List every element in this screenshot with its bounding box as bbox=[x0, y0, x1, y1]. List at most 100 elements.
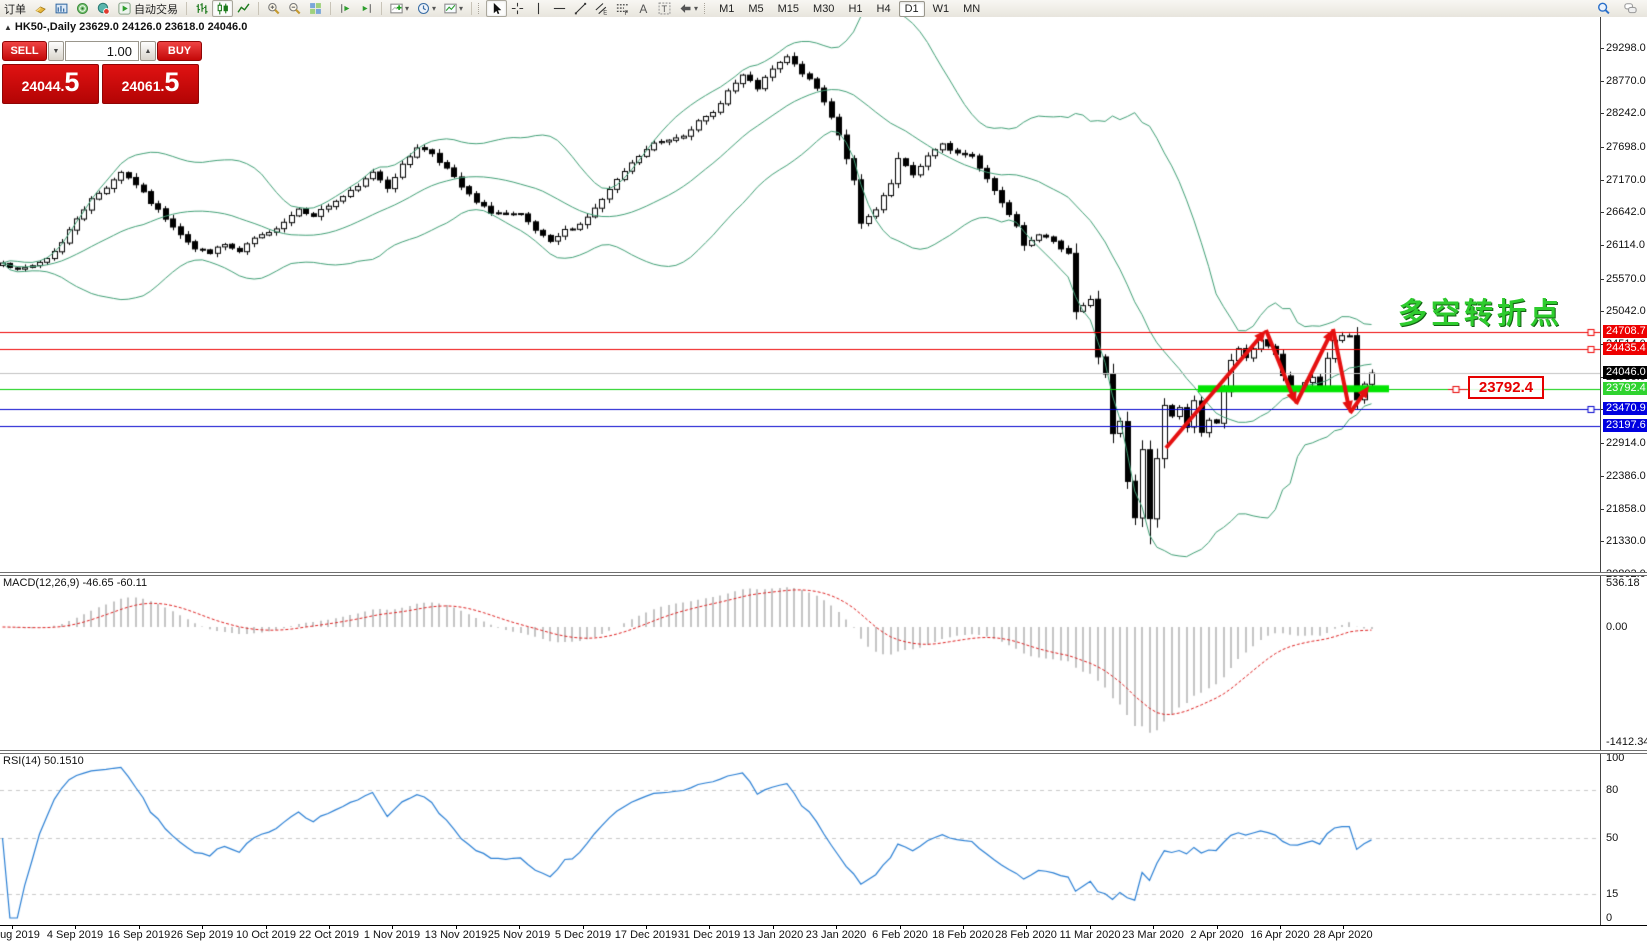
crosshair-icon[interactable] bbox=[507, 0, 528, 17]
dropdown-caret-icon[interactable]: ▾ bbox=[405, 4, 409, 13]
price-tick-label: 27170.0 bbox=[1606, 174, 1646, 186]
chat-icon[interactable] bbox=[1620, 0, 1641, 17]
chart-workspace: ▲ HK50-,Daily 23629.0 24126.0 23618.0 240… bbox=[0, 17, 1647, 943]
date-tick-label: 22 Oct 2019 bbox=[299, 929, 359, 941]
price-level-tag: 23792.4 bbox=[1468, 376, 1544, 399]
timeframe-button-h4[interactable]: H4 bbox=[871, 1, 897, 17]
timeframe-button-m15[interactable]: M15 bbox=[772, 1, 805, 17]
date-tick-label: 5 Dec 2019 bbox=[554, 929, 612, 941]
market-watch-icon[interactable] bbox=[72, 0, 93, 17]
price-level-chip: 24046.0 bbox=[1603, 366, 1647, 379]
volume-input[interactable]: 1.00 bbox=[65, 41, 139, 61]
symbol-header: ▲ HK50-,Daily 23629.0 24126.0 23618.0 240… bbox=[4, 21, 247, 33]
dropdown-caret-icon[interactable]: ▾ bbox=[459, 4, 463, 13]
price-tickmark bbox=[1601, 541, 1604, 542]
svg-text:E: E bbox=[603, 10, 607, 15]
toolbar-grip[interactable] bbox=[478, 3, 482, 14]
rsi-axis-label: 15 bbox=[1606, 888, 1619, 900]
toolbar-separator bbox=[381, 2, 382, 15]
zoom-out-icon[interactable] bbox=[284, 0, 305, 17]
buy-price: 24061. bbox=[121, 78, 165, 94]
date-tick-label: 10 Oct 2019 bbox=[236, 929, 296, 941]
price-tick-label: 25570.0 bbox=[1606, 273, 1646, 285]
time-axis[interactable]: 3 Aug 2019 4 Sep 201916 Sep 201926 Sep 20… bbox=[0, 925, 1647, 943]
buy-price-tile[interactable]: 24061. 5 bbox=[102, 64, 199, 104]
toolbar-separator bbox=[186, 2, 187, 15]
chart-window-icon[interactable] bbox=[51, 0, 72, 17]
indicators-icon[interactable]: ▾ bbox=[386, 0, 413, 17]
chart-shift-icon[interactable] bbox=[356, 0, 377, 17]
date-tick-label: 28 Apr 2020 bbox=[1313, 929, 1373, 941]
timeframe-button-d1[interactable]: D1 bbox=[898, 0, 925, 17]
candlestick-chart-icon[interactable] bbox=[212, 0, 233, 17]
timeframe-button-m1[interactable]: M1 bbox=[713, 1, 740, 17]
templates-icon[interactable]: ▾ bbox=[440, 0, 467, 17]
date-tick-label: 13 Jan 2020 bbox=[742, 929, 804, 941]
svg-text:F: F bbox=[624, 11, 628, 15]
pane-resize-handle-rsi[interactable] bbox=[0, 750, 1647, 754]
shapes-icon[interactable]: ▾ bbox=[675, 0, 702, 17]
toolbar: 订单 自动交易 ▾ ▾ ▾ E F A T ▾ M1 M5 M15 M30 H1 H4 D1 W1 MN bbox=[0, 0, 1647, 18]
macd-axis-label: 0.00 bbox=[1606, 621, 1628, 633]
vertical-line-icon[interactable] bbox=[528, 0, 549, 17]
new-order-icon[interactable] bbox=[30, 0, 51, 17]
date-tick-label: 16 Apr 2020 bbox=[1250, 929, 1310, 941]
toolbar-grip[interactable] bbox=[704, 3, 708, 14]
text-icon[interactable]: A bbox=[633, 0, 654, 17]
price-level-chip: 23792.4 bbox=[1603, 382, 1647, 395]
price-level-chip: 24435.4 bbox=[1603, 342, 1647, 355]
pane-resize-handle-macd[interactable] bbox=[0, 572, 1647, 576]
tile-windows-icon[interactable] bbox=[305, 0, 326, 17]
price-tickmark bbox=[1601, 48, 1604, 49]
price-tickmark bbox=[1601, 212, 1604, 213]
price-tick-label: 22386.0 bbox=[1606, 470, 1646, 482]
buy-button[interactable]: BUY bbox=[157, 41, 202, 61]
price-tick-label: 28242.0 bbox=[1606, 107, 1646, 119]
auto-trading-button[interactable]: 自动交易 bbox=[114, 0, 182, 17]
bar-chart-icon[interactable] bbox=[191, 0, 212, 17]
text-label-icon[interactable]: T bbox=[654, 0, 675, 17]
data-window-icon[interactable] bbox=[93, 0, 114, 17]
collapse-panel-icon[interactable]: ▲ bbox=[4, 23, 12, 32]
cursor-icon[interactable] bbox=[486, 0, 508, 17]
auto-scroll-icon[interactable] bbox=[335, 0, 356, 17]
svg-text:A: A bbox=[639, 2, 647, 15]
price-tickmark bbox=[1601, 476, 1604, 477]
dropdown-caret-icon[interactable]: ▾ bbox=[694, 4, 698, 13]
volume-decrease-button[interactable]: ▼ bbox=[48, 41, 64, 61]
date-tick-label: 17 Dec 2019 bbox=[614, 929, 678, 941]
toolbar-separator bbox=[330, 2, 331, 15]
horizontal-line-icon[interactable] bbox=[549, 0, 570, 17]
buy-price-big-digit: 5 bbox=[164, 67, 180, 97]
sell-price-tile[interactable]: 24044. 5 bbox=[2, 64, 99, 104]
orders-button[interactable]: 订单 bbox=[0, 0, 30, 17]
timeframe-button-h1[interactable]: H1 bbox=[842, 1, 868, 17]
channel-icon[interactable]: E bbox=[591, 0, 612, 17]
macd-axis-label: 536.18 bbox=[1606, 577, 1640, 589]
sell-button[interactable]: SELL bbox=[2, 41, 47, 61]
zoom-in-icon[interactable] bbox=[263, 0, 284, 17]
timeframe-button-w1[interactable]: W1 bbox=[927, 1, 956, 17]
macd-pane-canvas[interactable] bbox=[0, 576, 1600, 751]
rsi-pane-canvas[interactable] bbox=[0, 754, 1600, 925]
price-tick-label: 26642.0 bbox=[1606, 206, 1646, 218]
timeframe-button-mn[interactable]: MN bbox=[957, 1, 986, 17]
price-tickmark bbox=[1601, 443, 1604, 444]
price-axis[interactable]: 29298.0 28770.0 28242.0 27698.0 27170.0 26642… bbox=[1600, 17, 1647, 925]
volume-increase-button[interactable]: ▲ bbox=[140, 41, 156, 61]
price-level-chip: 23470.9 bbox=[1603, 402, 1647, 415]
dropdown-caret-icon[interactable]: ▾ bbox=[432, 4, 436, 13]
date-tick-label: 18 Feb 2020 bbox=[932, 929, 994, 941]
fibonacci-icon[interactable]: F bbox=[612, 0, 633, 17]
date-tick-label: 4 Sep 2019 bbox=[46, 929, 104, 941]
periods-icon[interactable]: ▾ bbox=[413, 0, 440, 17]
mt4-terminal: 订单 自动交易 ▾ ▾ ▾ E F A T ▾ M1 M5 M15 M30 H1 H4 D1 W1 MN ▲ HK50… bbox=[0, 0, 1647, 943]
search-icon[interactable] bbox=[1593, 0, 1614, 17]
timeframe-button-m30[interactable]: M30 bbox=[807, 1, 840, 17]
svg-text:T: T bbox=[662, 4, 668, 14]
main-chart-canvas[interactable] bbox=[0, 17, 1600, 574]
timeframe-button-m5[interactable]: M5 bbox=[742, 1, 769, 17]
trendline-icon[interactable] bbox=[570, 0, 591, 17]
sell-price-big-digit: 5 bbox=[64, 67, 80, 97]
line-chart-icon[interactable] bbox=[233, 0, 254, 17]
